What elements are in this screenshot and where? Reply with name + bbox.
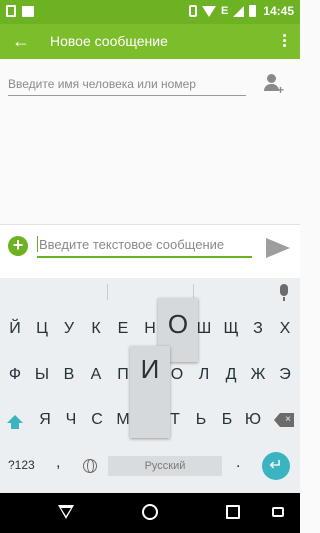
send-icon[interactable] [266, 238, 290, 258]
wifi-icon [201, 5, 216, 17]
key[interactable]: В [57, 360, 81, 390]
message-placeholder: Введите текстовое сообщение [39, 237, 225, 252]
image-icon [22, 6, 34, 17]
nav-extra-icon[interactable] [272, 507, 284, 517]
key[interactable]: Ф [3, 360, 27, 390]
key[interactable]: Х [273, 314, 297, 344]
status-bar: E 14:45 [0, 0, 300, 24]
add-circle-icon[interactable]: + [8, 236, 28, 256]
key[interactable]: А [84, 360, 108, 390]
message-input[interactable]: Введите текстовое сообщение [37, 234, 252, 258]
key[interactable]: Ы [30, 360, 54, 390]
key[interactable]: Ч [59, 405, 83, 435]
key[interactable]: Й [3, 314, 27, 344]
arrow-left-icon[interactable]: ← [12, 30, 30, 52]
navigation-bar [0, 493, 300, 533]
enter-icon[interactable]: ↵ [262, 452, 290, 480]
key[interactable]: Е [111, 314, 135, 344]
key[interactable]: З [246, 314, 270, 344]
more-vert-icon[interactable] [283, 34, 286, 47]
key[interactable]: Я [33, 405, 57, 435]
key[interactable]: Э [273, 360, 297, 390]
compose-bar: + Введите текстовое сообщение [0, 224, 300, 278]
globe-icon[interactable] [83, 459, 97, 473]
key[interactable]: Ж [246, 360, 270, 390]
app-bar: ← Новое сообщение [0, 24, 300, 59]
key[interactable]: С [85, 405, 109, 435]
symbols-key[interactable]: ?123 [8, 458, 35, 472]
key[interactable]: К [84, 314, 108, 344]
recipient-input[interactable]: Введите имя человека или номер [8, 76, 246, 96]
status-left [6, 5, 34, 17]
period-key[interactable]: . [236, 454, 240, 472]
space-key[interactable]: Русский [108, 456, 222, 476]
key[interactable]: Б [215, 405, 239, 435]
nav-back-icon[interactable] [58, 505, 74, 519]
key[interactable]: Ю [241, 405, 265, 435]
text-cursor [37, 236, 38, 252]
key[interactable]: У [57, 314, 81, 344]
key[interactable]: Щ [219, 314, 243, 344]
add-person-icon[interactable]: + [264, 74, 286, 98]
key[interactable]: Л [192, 360, 216, 390]
suggestion-strip[interactable] [0, 278, 300, 306]
sd-card-icon [6, 5, 16, 17]
page-title: Новое сообщение [50, 33, 168, 49]
comma-key[interactable]: , [56, 454, 60, 472]
vibrate-icon [188, 5, 197, 17]
network-type: E [220, 5, 229, 17]
key[interactable]: Д [219, 360, 243, 390]
key[interactable]: Ь [189, 405, 213, 435]
signal-icon [233, 5, 245, 17]
status-time: 14:45 [263, 4, 294, 18]
key[interactable]: Ц [30, 314, 54, 344]
suggestion-divider [107, 284, 108, 300]
battery-icon [249, 5, 257, 17]
mic-icon[interactable] [280, 284, 288, 301]
nav-recents-icon[interactable] [226, 505, 240, 519]
status-right: E 14:45 [188, 4, 294, 18]
key-preview-popup: И [130, 346, 170, 438]
shift-icon[interactable] [7, 415, 23, 431]
nav-home-icon[interactable] [142, 504, 158, 520]
